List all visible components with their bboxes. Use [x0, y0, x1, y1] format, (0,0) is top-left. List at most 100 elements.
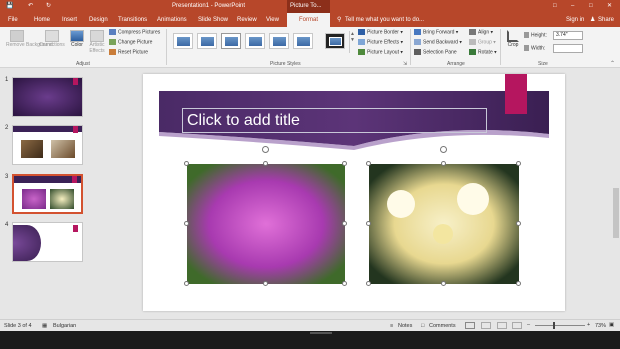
corrections-button[interactable]: Corrections [38, 30, 66, 49]
dialog-launcher-icon[interactable]: ⇲ [403, 61, 407, 67]
picture-style-1[interactable] [173, 33, 193, 49]
styles-gallery-scroll[interactable]: ▲ ▼ [349, 31, 355, 53]
send-backward-button[interactable]: Send Backward ▾ [414, 39, 462, 46]
collapse-ribbon-icon[interactable]: ⌃ [610, 60, 615, 67]
redo-icon[interactable]: ↻ [46, 0, 51, 13]
slide-canvas[interactable]: Click to add title [143, 74, 565, 311]
tab-view[interactable]: View [266, 13, 279, 27]
language-indicator[interactable]: Bulgarian [53, 323, 76, 329]
undo-icon[interactable]: ↶ [28, 0, 33, 13]
align-button[interactable]: Align ▾ [469, 29, 493, 36]
tab-insert[interactable]: Insert [62, 13, 77, 27]
rotate-handle[interactable] [440, 146, 447, 153]
slide-thumbnail-2[interactable] [12, 125, 83, 165]
tab-animations[interactable]: Animations [157, 13, 187, 27]
thumbnail-image [21, 140, 43, 158]
tab-format[interactable]: Format [287, 13, 330, 27]
share-button[interactable]: Share [598, 13, 614, 27]
color-button[interactable]: Color [68, 30, 86, 49]
resize-handle[interactable] [516, 221, 521, 226]
bring-forward-button[interactable]: Bring Forward ▾ [414, 29, 458, 36]
rotate-handle[interactable] [262, 146, 269, 153]
resize-handle[interactable] [366, 161, 371, 166]
tab-transitions[interactable]: Transitions [118, 13, 147, 27]
zoom-slider-thumb[interactable] [553, 322, 555, 329]
context-tab-header: Picture To... [287, 0, 330, 13]
lilac-flower-image[interactable] [187, 164, 345, 284]
change-picture-button[interactable]: Change Picture [109, 39, 152, 46]
title-placeholder[interactable]: Click to add title [182, 108, 487, 133]
tab-review[interactable]: Review [237, 13, 257, 27]
zoom-in-icon[interactable]: + [587, 322, 590, 328]
comments-button[interactable]: Comments [429, 323, 456, 329]
slide-thumbnail-4[interactable] [12, 222, 83, 262]
ribbon-options-icon[interactable]: □ [553, 0, 557, 13]
resize-handle[interactable] [263, 281, 268, 286]
height-input[interactable]: 3.74" [553, 31, 583, 40]
resize-handle[interactable] [342, 221, 347, 226]
zoom-level[interactable]: 73% [595, 323, 606, 329]
crop-button[interactable]: Crop [504, 30, 522, 49]
vertical-scrollbar[interactable] [612, 68, 620, 298]
notes-button[interactable]: Notes [398, 323, 412, 329]
normal-view-button[interactable] [465, 322, 475, 329]
width-input[interactable] [553, 44, 583, 53]
save-icon[interactable]: 💾 [6, 0, 13, 13]
slide-sorter-button[interactable] [481, 322, 491, 329]
picture-effects-button[interactable]: Picture Effects ▾ [358, 39, 403, 46]
resize-handle[interactable] [441, 161, 446, 166]
selection-pane-button[interactable]: Selection Pane [414, 49, 457, 56]
fit-slide-icon[interactable]: ▣ [609, 322, 614, 328]
resize-handle[interactable] [184, 161, 189, 166]
zoom-out-icon[interactable]: – [527, 322, 530, 328]
minimize-icon[interactable]: – [571, 0, 574, 13]
close-icon[interactable]: ✕ [607, 0, 612, 13]
rotate-button[interactable]: Rotate ▾ [469, 49, 497, 56]
resize-handle[interactable] [342, 281, 347, 286]
sign-in-link[interactable]: Sign in [566, 13, 584, 27]
resize-handle[interactable] [263, 161, 268, 166]
divider [166, 29, 167, 65]
picture-layout-button[interactable]: Picture Layout ▾ [358, 49, 403, 56]
tab-file[interactable]: File [8, 13, 18, 27]
selection-pane-icon [414, 49, 421, 55]
picture-style-4[interactable] [245, 33, 265, 49]
remove-background-button[interactable]: Remove Background [6, 30, 53, 48]
picture-style-7[interactable] [325, 33, 345, 49]
tab-slide-show[interactable]: Slide Show [198, 13, 228, 27]
resize-handle[interactable] [516, 281, 521, 286]
slide-thumbnail-1[interactable] [12, 77, 83, 117]
slide-number: 4 [5, 222, 9, 228]
resize-handle[interactable] [342, 161, 347, 166]
resize-handle[interactable] [184, 221, 189, 226]
tab-home[interactable]: Home [34, 13, 50, 27]
plumeria-flower-image[interactable] [369, 164, 519, 284]
picture-effects-icon [358, 39, 365, 45]
resize-handle[interactable] [441, 281, 446, 286]
width-label: Width: [524, 45, 545, 52]
thumbnail-accent [73, 78, 78, 85]
zoom-slider[interactable] [535, 325, 585, 326]
reset-picture-button[interactable]: Reset Picture [109, 49, 148, 56]
share-icon[interactable]: ♟ [590, 13, 595, 27]
resize-handle[interactable] [184, 281, 189, 286]
restore-icon[interactable]: □ [589, 0, 593, 13]
picture-style-3[interactable] [221, 33, 241, 49]
picture-border-button[interactable]: Picture Border ▾ [358, 29, 403, 36]
resize-handle[interactable] [366, 221, 371, 226]
picture-style-5[interactable] [269, 33, 289, 49]
group-button[interactable]: Group ▾ [469, 39, 496, 46]
slide-thumbnail-3[interactable] [12, 174, 83, 214]
slide-show-button[interactable] [512, 322, 522, 329]
resize-handle[interactable] [516, 161, 521, 166]
tab-design[interactable]: Design [89, 13, 108, 27]
scrollbar-thumb[interactable] [613, 188, 619, 238]
artistic-effects-button[interactable]: Artistic Effects [88, 30, 106, 54]
reading-view-button[interactable] [497, 322, 507, 329]
compress-pictures-button[interactable]: Compress Pictures [109, 29, 160, 36]
resize-handle[interactable] [366, 281, 371, 286]
picture-style-6[interactable] [293, 33, 313, 49]
tell-me-input[interactable]: Tell me what you want to do... [345, 13, 424, 27]
spelling-icon[interactable]: ▦ [42, 323, 47, 329]
picture-style-2[interactable] [197, 33, 217, 49]
